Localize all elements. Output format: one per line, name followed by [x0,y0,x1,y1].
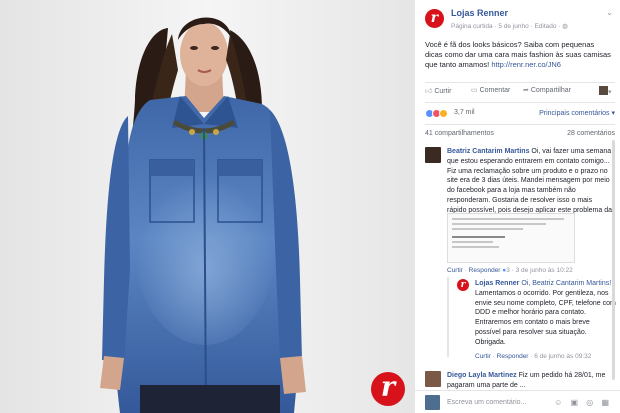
post-text: Você é fã dos looks básicos? Saiba com p… [425,40,613,70]
reactions-bar[interactable]: 3,7 mil Principais comentários ▾ [425,108,615,120]
post-stats: 41 compartilhamentos 28 comentários [425,130,615,137]
comments-count[interactable]: 28 comentários [567,130,615,137]
comment-input[interactable]: Escreva um comentário... [447,399,526,406]
comment-mention[interactable]: Oi, Beatriz Cantarim Martins! [521,280,611,287]
share-label: Compartilhar [530,87,571,94]
model-photo-illustration [0,0,415,413]
page-avatar[interactable]: r [425,9,444,28]
divider [425,102,615,103]
renner-watermark-logo: r [371,372,405,406]
comments-list: Beatriz Cantarim Martins Oi, vai fazer u… [425,143,620,393]
comment-button[interactable]: ▭ Comentar [471,86,510,94]
shares-count[interactable]: 41 compartilhamentos [425,130,494,137]
post-link[interactable]: http://renr.ner.co/JN6 [491,60,561,69]
comment-author[interactable]: Diego Layla Martinez [447,372,517,379]
comment-reply-link[interactable]: Responder [469,267,501,274]
comment-meta: Curtir · Responder ●3 · 3 de junho às 10… [447,267,573,274]
share-icon: ➦ [523,87,529,94]
comment-icon: ▭ [471,87,478,94]
comment-author[interactable]: Beatriz Cantarim Martins [447,148,529,155]
avatar [425,395,440,410]
reply-thread-line [447,277,449,357]
comment-label: Comentar [479,87,511,94]
like-label: Curtir [434,88,452,95]
comment-meta: Curtir · Responder · 6 de junho às 09:32 [475,353,592,360]
divider [425,82,615,83]
comment-body: Diego Layla Martinez Fiz um pedido há 28… [447,371,615,391]
post-actions: 👍︎ Curtir ▭ Comentar ➦ Compartilhar ▾ [425,86,615,98]
globe-icon: ◍ [562,23,568,30]
comment-like-link[interactable]: Curtir [475,353,491,360]
avatar[interactable]: r [457,279,469,291]
wow-reaction-icon [439,109,448,118]
comment-reply-link[interactable]: Responder [497,353,529,360]
thumbs-up-icon: 👍︎ [425,88,433,95]
avatar[interactable] [425,371,441,387]
post-photo[interactable]: r [0,0,415,413]
scrollbar[interactable] [612,140,615,380]
page-name-link[interactable]: Lojas Renner [451,8,508,18]
comment-date: 3 de junho às 10:22 [515,267,573,274]
chevron-down-icon[interactable]: ⌄ [606,8,613,17]
post-header: r Lojas Renner Página curtida · 5 de jun… [425,6,615,32]
comment-body: Lojas Renner Oi, Beatriz Cantarim Martin… [475,279,617,348]
comment-date: 6 de junho às 09:32 [534,353,592,360]
post-meta: Página curtida · 5 de junho · Editado · … [451,22,568,30]
composer-icons[interactable]: ☺ ▣ ◎ ▦ [554,398,612,407]
comment-text: Lamentamos o ocorrido. Por gentileza, no… [475,289,616,346]
avatar [599,86,608,95]
comment-like-link[interactable]: Curtir [447,267,463,274]
comment-attachment-image[interactable] [447,213,575,263]
comment-sort-dropdown[interactable]: Principais comentários ▾ [539,109,615,117]
comment-composer: Escreva um comentário... ☺ ▣ ◎ ▦ [415,390,620,413]
profile-selector[interactable]: ▾ [599,86,612,96]
share-button[interactable]: ➦ Compartilhar [523,86,571,94]
avatar[interactable] [425,147,441,163]
like-button[interactable]: 👍︎ Curtir [425,86,451,95]
reaction-count: 3,7 mil [454,109,475,116]
comment-like-count: 3 [506,267,510,274]
comment-author[interactable]: Lojas Renner [475,280,519,287]
post-meta-text: Página curtida · 5 de junho · Editado · [451,23,561,30]
post-details-panel: r Lojas Renner Página curtida · 5 de jun… [415,0,620,413]
caret-down-icon: ▾ [608,89,612,96]
divider [425,124,615,125]
